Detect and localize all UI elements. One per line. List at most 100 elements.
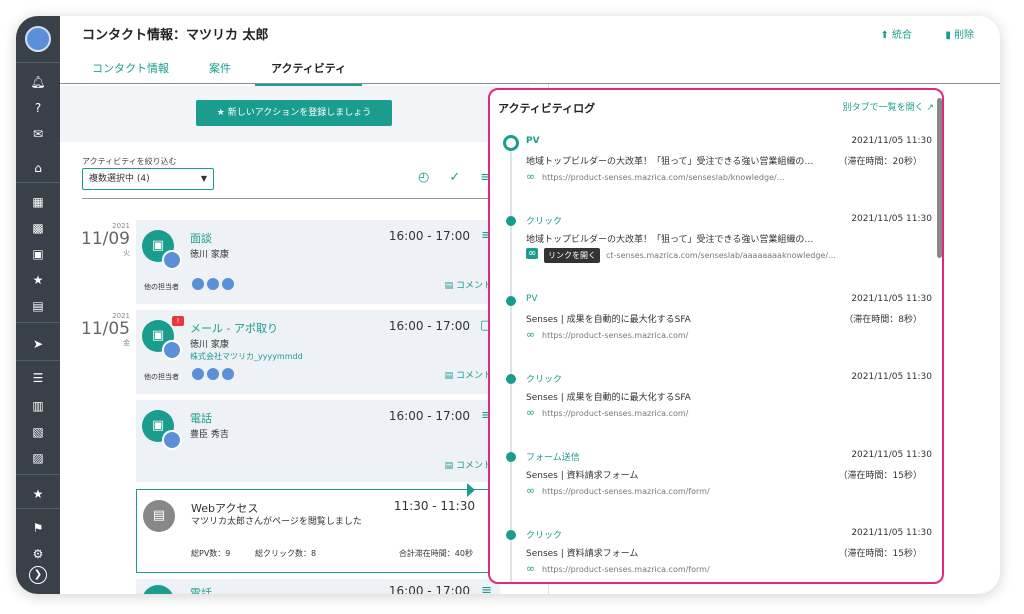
entry-date: 2021/11/05 11:30 [851,372,932,382]
avatar [207,368,219,380]
date-weekday: 金 [123,339,130,347]
entry-stay-time: （滞在時間：8秒） [844,315,922,325]
briefcase-icon[interactable]: ▣ [16,244,60,264]
help-icon[interactable]: ? [16,98,60,118]
sidebar-divider [16,474,60,475]
link-icon[interactable]: ∞ [526,170,535,183]
entry-type: クリック [526,217,563,227]
tab-activity[interactable]: アクティビティ [255,56,363,86]
card-title[interactable]: 電話 [190,585,212,594]
flag-icon[interactable]: ⚑ [16,518,60,538]
star-icon[interactable]: ★ [16,484,60,504]
sidebar-divider [16,508,60,509]
menu-icon[interactable]: ≡ [481,583,492,594]
link-icon[interactable]: ∞ [526,248,539,259]
alert-badge: ! [172,316,184,326]
runner-icon[interactable]: ★ [16,270,60,290]
filter-divider [82,198,516,199]
bell-icon[interactable]: 🔔︎ [16,72,60,92]
expand-sidebar-icon[interactable]: ❯ [29,566,47,584]
entry-type: PV [526,136,540,146]
merge-button[interactable]: ⬆ 統合 [880,26,912,41]
new-action-button[interactable]: ★ 新しいアクションを登録しましょう [196,100,392,126]
total-pv: 総PV数：9 [191,549,231,558]
entry-page-title: Senses | 成果を自動的に最大化するSFA [526,393,691,403]
filter-value: 複数選択中 (4) [89,174,150,184]
list-icon[interactable]: ☰ [16,368,60,388]
chart-icon[interactable]: ▧ [16,422,60,442]
card-title[interactable]: 電話 [190,410,212,426]
send-icon[interactable]: ➤ [16,334,60,354]
app-window: 🔔︎ ? ✉ ⌂ ▦ ▩ ▣ ★ ▤ ➤ ☰ ▥ ▧ ▨ ★ ⚑ ⚙ ❯ コンタ… [16,16,1000,594]
date-label: 2021 11/09 火 [80,222,130,258]
gear-icon[interactable]: ⚙ [16,544,60,564]
timeline-dot [506,452,516,462]
contact-card-icon[interactable]: ▤ [16,296,60,316]
link-icon[interactable]: ∞ [526,406,535,419]
delete-label: 削除 [954,30,974,41]
building-icon[interactable]: ▦ [16,192,60,212]
activity-card[interactable]: ▣ 面談 16:00 - 17:00 ≡ 徳川 家康 他の担当者 ▤ コメント [136,220,500,304]
dashboard-icon[interactable]: ▨ [16,448,60,468]
card-title[interactable]: 面談 [190,230,212,246]
clock-icon[interactable]: ◴ [418,170,429,185]
other-assignees-label: 他の担当者 [144,373,179,381]
avatar [222,368,234,380]
comment-icon: ▤ [444,371,456,381]
comment-button[interactable]: ▤ コメント [445,278,492,291]
home-icon[interactable]: ⌂ [16,158,60,178]
link-icon[interactable]: ∞ [526,484,535,497]
comment-button[interactable]: ▤ コメント [445,458,492,471]
card-company[interactable]: 株式会社マツリカ_yyyymmdd [190,351,303,362]
assignee-avatars [192,368,234,380]
tab-contact-info[interactable]: コンタクト情報 [76,56,185,86]
open-in-new-tab-link[interactable]: 別タブで一覧を開く ↗ [843,100,934,113]
avatar [162,250,182,270]
activity-filter-select[interactable]: 複数選択中 (4) ▼ [82,168,214,190]
right-scrollbar[interactable] [937,98,942,258]
date-month-day: 11/05 [81,319,130,339]
tab-bar: コンタクト情報 案件 アクティビティ [76,56,370,86]
user-avatar[interactable] [25,26,51,52]
briefcase-icon: ▣ [142,585,174,594]
sidebar-divider [16,322,60,323]
activity-card-selected[interactable]: ▤ Webアクセス 11:30 - 11:30 マツリカ太郎さんがページを閲覧し… [136,489,500,573]
activity-card[interactable]: ▣ ! メール - アポ取り 16:00 - 17:00 ▢ 徳川 家康 株式会… [136,310,500,394]
entry-url[interactable]: https://product-senses.mazrica.com/ [542,409,688,418]
avatar [162,340,182,360]
other-assignees-label: 他の担当者 [144,283,179,291]
activity-card[interactable]: ▣ 電話 16:00 - 17:00 ≡ [136,579,500,594]
entry-page-title: Senses | 資料請求フォーム [526,549,639,559]
open-link-tooltip: リンクを開く [544,248,600,263]
timeline-line [510,140,512,582]
check-icon[interactable]: ✓ [449,170,460,185]
avatar [207,278,219,290]
merge-icon: ⬆ [880,30,892,41]
entry-url[interactable]: https://product-senses.mazrica.com/ [542,331,688,340]
entry-url[interactable]: https://product-senses.mazrica.com/form/ [542,487,710,496]
entry-url[interactable]: https://product-senses.mazrica.com/sense… [542,173,785,182]
entry-date: 2021/11/05 11:30 [851,450,932,460]
tab-deals[interactable]: 案件 [193,56,247,86]
entry-url[interactable]: ct-senses.mazrica.com/senseslab/aaaaaaaa… [606,251,836,260]
grid-icon[interactable]: ▩ [16,218,60,238]
avatar [192,368,204,380]
delete-button[interactable]: ▮ 削除 [945,26,974,41]
link-icon[interactable]: ∞ [526,562,535,575]
mail-icon[interactable]: ✉ [16,124,60,144]
activity-card[interactable]: ▣ 電話 16:00 - 17:00 ≡ 豊臣 秀吉 ▤ コメント [136,400,500,482]
entry-date: 2021/11/05 11:30 [851,136,932,146]
link-icon[interactable]: ∞ [526,328,535,341]
comment-button[interactable]: ▤ コメント [445,368,492,381]
avatar [222,278,234,290]
chevron-down-icon: ▼ [200,174,207,183]
card-title[interactable]: メール - アポ取り [190,320,278,336]
comment-icon: ▤ [444,281,456,291]
card-person: 徳川 家康 [190,250,229,260]
comment-label: コメント [455,461,492,471]
entry-page-title: 地域トップビルダーの大改革！「狙って」受注できる強い営業組織の… [526,157,814,167]
card-time: 16:00 - 17:00 [388,584,470,594]
report-icon[interactable]: ▥ [16,396,60,416]
entry-url[interactable]: https://product-senses.mazrica.com/form/ [542,565,710,574]
card-time: 16:00 - 17:00 [388,229,470,243]
